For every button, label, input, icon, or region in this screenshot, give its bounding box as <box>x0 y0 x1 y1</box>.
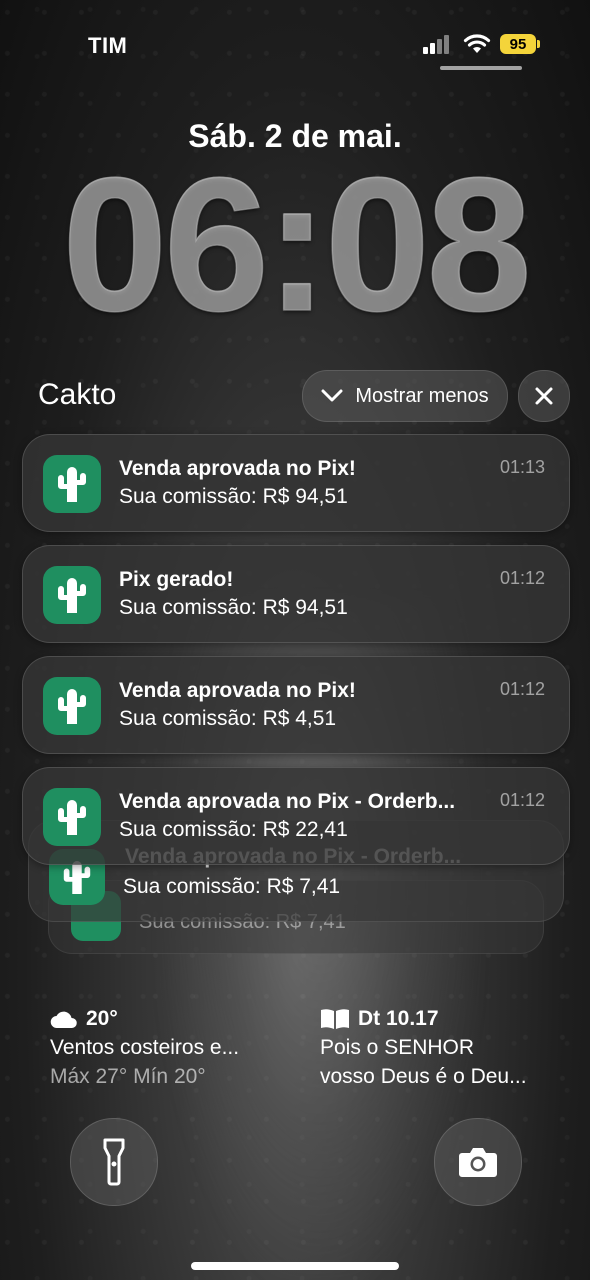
notification-title: Venda aprovada no Pix - Orderb... <box>119 790 456 813</box>
notification-body: Sua comissão: R$ 4,51 <box>119 707 337 730</box>
notification-body: Sua comissão: R$ 94,51 <box>119 596 348 619</box>
book-icon <box>321 1008 349 1029</box>
notification-body: Sua comissão: R$ 7,41 <box>123 875 341 898</box>
notification-card[interactable]: Venda aprovada no Pix! Sua comissão: R$ … <box>22 656 570 754</box>
battery-tip <box>537 40 540 48</box>
battery-icon: 95 <box>500 34 536 54</box>
home-indicator[interactable] <box>191 1262 399 1270</box>
clear-group-button[interactable] <box>518 370 570 422</box>
lock-clock[interactable]: 06:08 <box>0 149 590 341</box>
notification-body: Sua comissão: R$ 22,41 <box>119 818 348 841</box>
wifi-icon <box>463 34 491 54</box>
status-bar: TIM 95 <box>0 0 590 80</box>
signal-icon <box>423 34 453 54</box>
weather-description: Ventos costeiros e... <box>50 1036 240 1059</box>
cactus-icon <box>58 467 86 502</box>
show-less-button[interactable]: Mostrar menos <box>302 370 508 422</box>
bible-reference: Dt 10.17 <box>358 1007 439 1030</box>
camera-button[interactable] <box>434 1118 522 1206</box>
weather-temp: 20° <box>86 1007 118 1030</box>
cakto-app-icon <box>43 677 101 735</box>
notification-card[interactable]: Venda aprovada no Pix! Sua comissão: R$ … <box>22 434 570 532</box>
cakto-app-icon <box>43 788 101 846</box>
camera-icon <box>459 1148 497 1177</box>
notification-title: Venda aprovada no Pix! <box>119 457 356 480</box>
battery-level: 95 <box>509 35 527 53</box>
control-center-indicator[interactable] <box>440 66 522 70</box>
notification-time: 01:13 <box>499 457 545 477</box>
notification-group-title: Cakto <box>38 378 117 411</box>
bible-verse-line1: Pois o SENHOR <box>320 1036 475 1059</box>
notification-title: Pix gerado! <box>119 568 234 591</box>
flashlight-button[interactable] <box>70 1118 158 1206</box>
close-icon <box>535 387 553 405</box>
notification-time: 01:12 <box>499 679 545 699</box>
show-less-label: Mostrar menos <box>355 384 489 407</box>
flashlight-icon <box>103 1138 125 1186</box>
cloud-icon <box>50 1011 77 1028</box>
bible-verse-line2: vosso Deus é o Deu... <box>320 1065 527 1088</box>
bible-widget[interactable]: Dt 10.17 Pois o SENHOR vosso Deus é o De… <box>320 1004 560 1091</box>
notification-time: 01:12 <box>499 790 545 810</box>
notification-card[interactable]: Pix gerado! Sua comissão: R$ 94,51 01:12 <box>22 545 570 643</box>
cactus-icon <box>58 689 86 724</box>
cakto-app-icon <box>43 455 101 513</box>
notification-body: Sua comissão: R$ 94,51 <box>119 485 348 508</box>
notification-card[interactable]: Venda aprovada no Pix - Orderb... Sua co… <box>22 767 570 865</box>
weather-range: Máx 27° Mín 20° <box>50 1065 206 1088</box>
cactus-icon <box>58 578 86 613</box>
notification-time: 01:12 <box>499 568 545 588</box>
cactus-icon <box>58 800 86 835</box>
cakto-app-icon <box>43 566 101 624</box>
chevron-down-icon <box>321 389 343 402</box>
carrier-label: TIM <box>88 33 128 58</box>
weather-widget[interactable]: 20° Ventos costeiros e... Máx 27° Mín 20… <box>50 1004 280 1091</box>
notification-title: Venda aprovada no Pix! <box>119 679 356 702</box>
